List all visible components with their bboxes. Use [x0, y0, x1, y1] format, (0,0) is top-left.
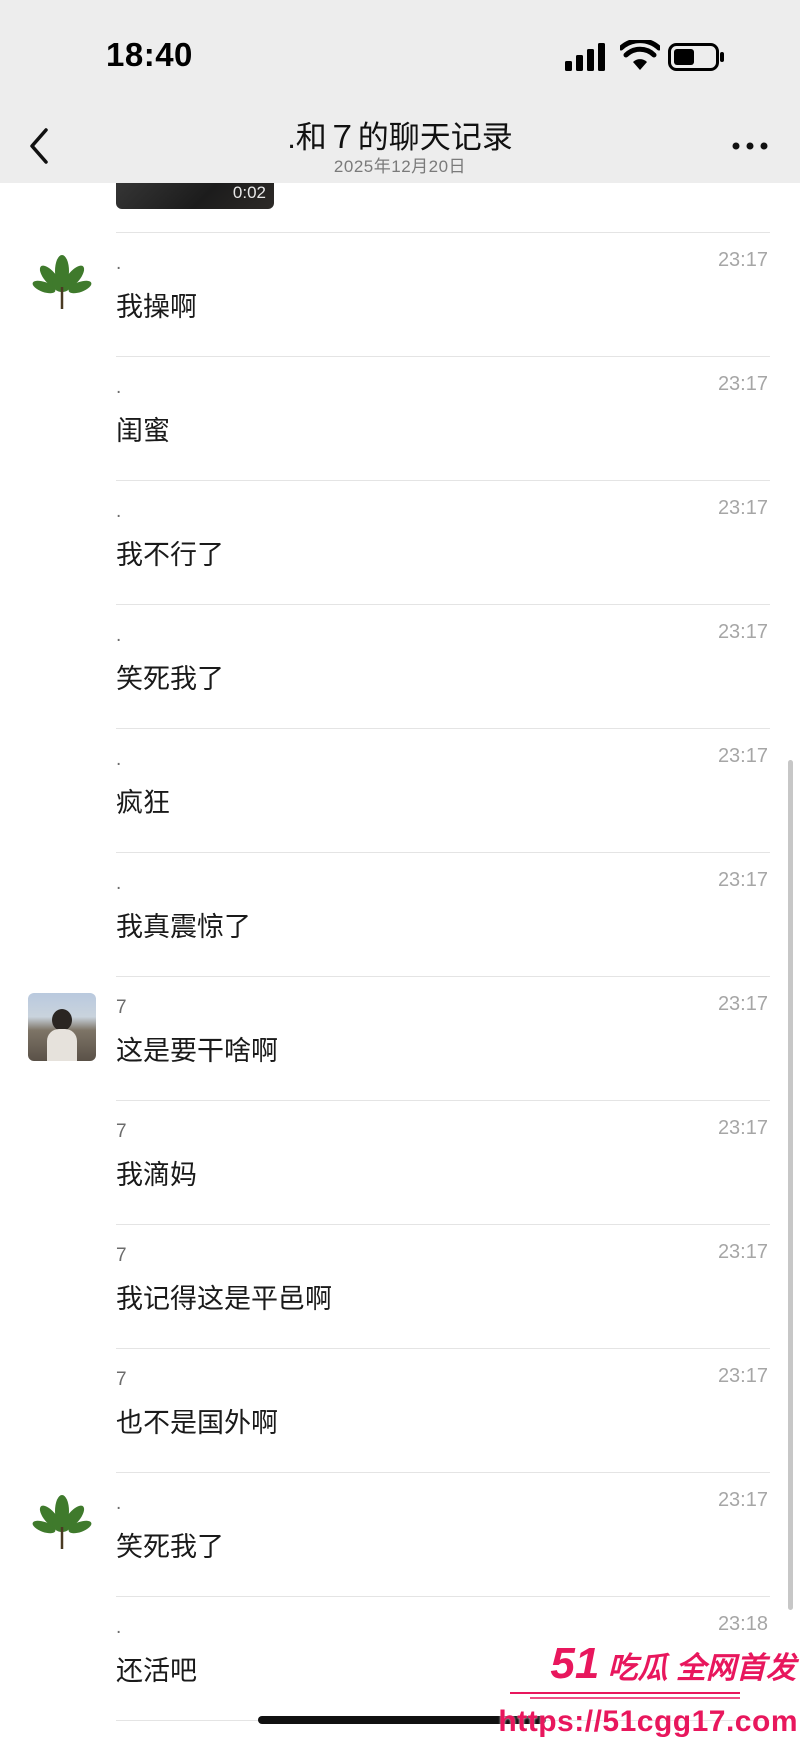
message-text: 我记得这是平邑啊 [116, 1284, 332, 1314]
watermark-speed-lines [510, 1692, 740, 1699]
message-time: 23:17 [717, 1241, 768, 1263]
sender-name: 7 [116, 1121, 127, 1142]
scrollbar[interactable] [788, 760, 793, 1610]
message-row[interactable]: 7 23:17 我记得这是平邑啊 [0, 1225, 800, 1349]
message-text: 笑死我了 [116, 664, 224, 694]
message-time: 23:17 [717, 249, 768, 271]
sender-name: . [116, 253, 122, 274]
message-row[interactable]: 7 23:17 也不是国外啊 [0, 1349, 800, 1473]
message-text: 我真震惊了 [116, 912, 251, 942]
message-time: 23:17 [717, 1365, 768, 1387]
message-text: 我不行了 [116, 540, 224, 570]
message-row[interactable]: . 23:17 我不行了 [0, 481, 800, 605]
message-time: 23:17 [717, 373, 768, 395]
message-row[interactable]: . 23:17 笑死我了 [0, 1473, 800, 1597]
sender-name: . [116, 749, 122, 770]
message-text: 也不是国外啊 [116, 1408, 278, 1438]
watermark-url: https://51cgg17.com [498, 1705, 798, 1738]
watermark-brand-text: 吃瓜 全网首发 [607, 1652, 796, 1685]
message-time: 23:17 [717, 869, 768, 891]
sender-name: . [116, 501, 122, 522]
message-text: 闺蜜 [116, 416, 170, 446]
message-text: 我滴妈 [116, 1160, 197, 1190]
sender-name: . [116, 1493, 122, 1514]
message-text: 我操啊 [116, 292, 197, 322]
message-row[interactable]: . 23:17 我操啊 [0, 233, 800, 357]
sender-name: . [116, 377, 122, 398]
status-bar: 18:40 [0, 0, 800, 110]
video-message-thumbnail[interactable]: 0:02 [116, 183, 274, 209]
message-text: 笑死我了 [116, 1532, 224, 1562]
message-time: 23:17 [717, 621, 768, 643]
nav-bar: .和７的聊天记录 2025年12月20日 [0, 110, 800, 183]
message-row[interactable]: . 23:17 疯狂 [0, 729, 800, 853]
status-time: 18:40 [106, 36, 193, 73]
avatar[interactable] [28, 993, 96, 1061]
watermark: 51 吃瓜 全网首发 https://51cgg17.com [498, 1639, 800, 1739]
chat-date: 2025年12月20日 [333, 157, 467, 176]
chat-history-list[interactable]: 0:02 . 23:17 我操啊. 23:17 闺蜜. 23:17 我不行了. 23:17 笑死… [0, 183, 800, 1723]
message-time: 23:17 [717, 745, 768, 767]
message-time: 23:17 [717, 993, 768, 1015]
wifi-icon [620, 40, 660, 70]
video-duration: 0:02 [232, 183, 266, 202]
message-row[interactable]: . 23:17 闺蜜 [0, 357, 800, 481]
sender-name: 7 [116, 1369, 127, 1390]
message-time: 23:17 [717, 1489, 768, 1511]
message-time: 23:18 [717, 1613, 768, 1635]
message-text: 还活吧 [116, 1656, 197, 1686]
more-dots-icon[interactable] [730, 140, 770, 152]
message-row[interactable]: . 23:17 我真震惊了 [0, 853, 800, 977]
sender-name: . [116, 1617, 122, 1638]
message-text: 这是要干啥啊 [116, 1036, 278, 1066]
sender-name: . [116, 625, 122, 646]
chat-title: .和７的聊天记录 [287, 120, 513, 155]
message-text: 疯狂 [116, 788, 170, 818]
avatar[interactable] [28, 249, 96, 317]
message-row[interactable]: . 23:17 笑死我了 [0, 605, 800, 729]
message-time: 23:17 [717, 1117, 768, 1139]
avatar[interactable] [28, 1489, 96, 1557]
sender-name: 7 [116, 1245, 127, 1266]
battery-icon [668, 43, 724, 71]
message-row[interactable]: 7 23:17 这是要干啥啊 [0, 977, 800, 1101]
message-row[interactable]: 7 23:17 我滴妈 [0, 1101, 800, 1225]
sender-name: 7 [116, 997, 127, 1018]
watermark-brand: 51 吃瓜 全网首发 [550, 1639, 796, 1689]
cellular-signal-icon [565, 43, 605, 71]
sender-name: . [116, 873, 122, 894]
message-time: 23:17 [717, 497, 768, 519]
watermark-brand-number: 51 [550, 1639, 600, 1688]
